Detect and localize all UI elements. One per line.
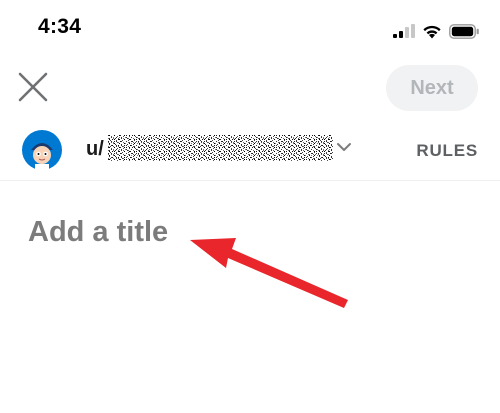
battery-icon xyxy=(449,23,479,39)
close-icon xyxy=(18,72,48,102)
status-time: 4:34 xyxy=(38,15,82,38)
status-bar: 4:34 xyxy=(0,0,500,60)
community-selector[interactable]: u/ RULES xyxy=(0,124,500,180)
chevron-down-icon[interactable] xyxy=(335,140,353,154)
divider xyxy=(0,180,500,181)
wifi-icon xyxy=(423,25,441,38)
rules-button[interactable]: RULES xyxy=(416,141,478,161)
next-button[interactable]: Next xyxy=(386,65,478,111)
avatar xyxy=(22,130,62,170)
cellular-signal-icon xyxy=(393,24,415,38)
annotation-arrow xyxy=(190,238,348,308)
status-icons xyxy=(393,22,480,40)
title-input[interactable] xyxy=(28,210,468,254)
redacted-username xyxy=(108,135,333,161)
community-prefix: u/ xyxy=(86,138,104,160)
close-button[interactable] xyxy=(14,68,52,106)
